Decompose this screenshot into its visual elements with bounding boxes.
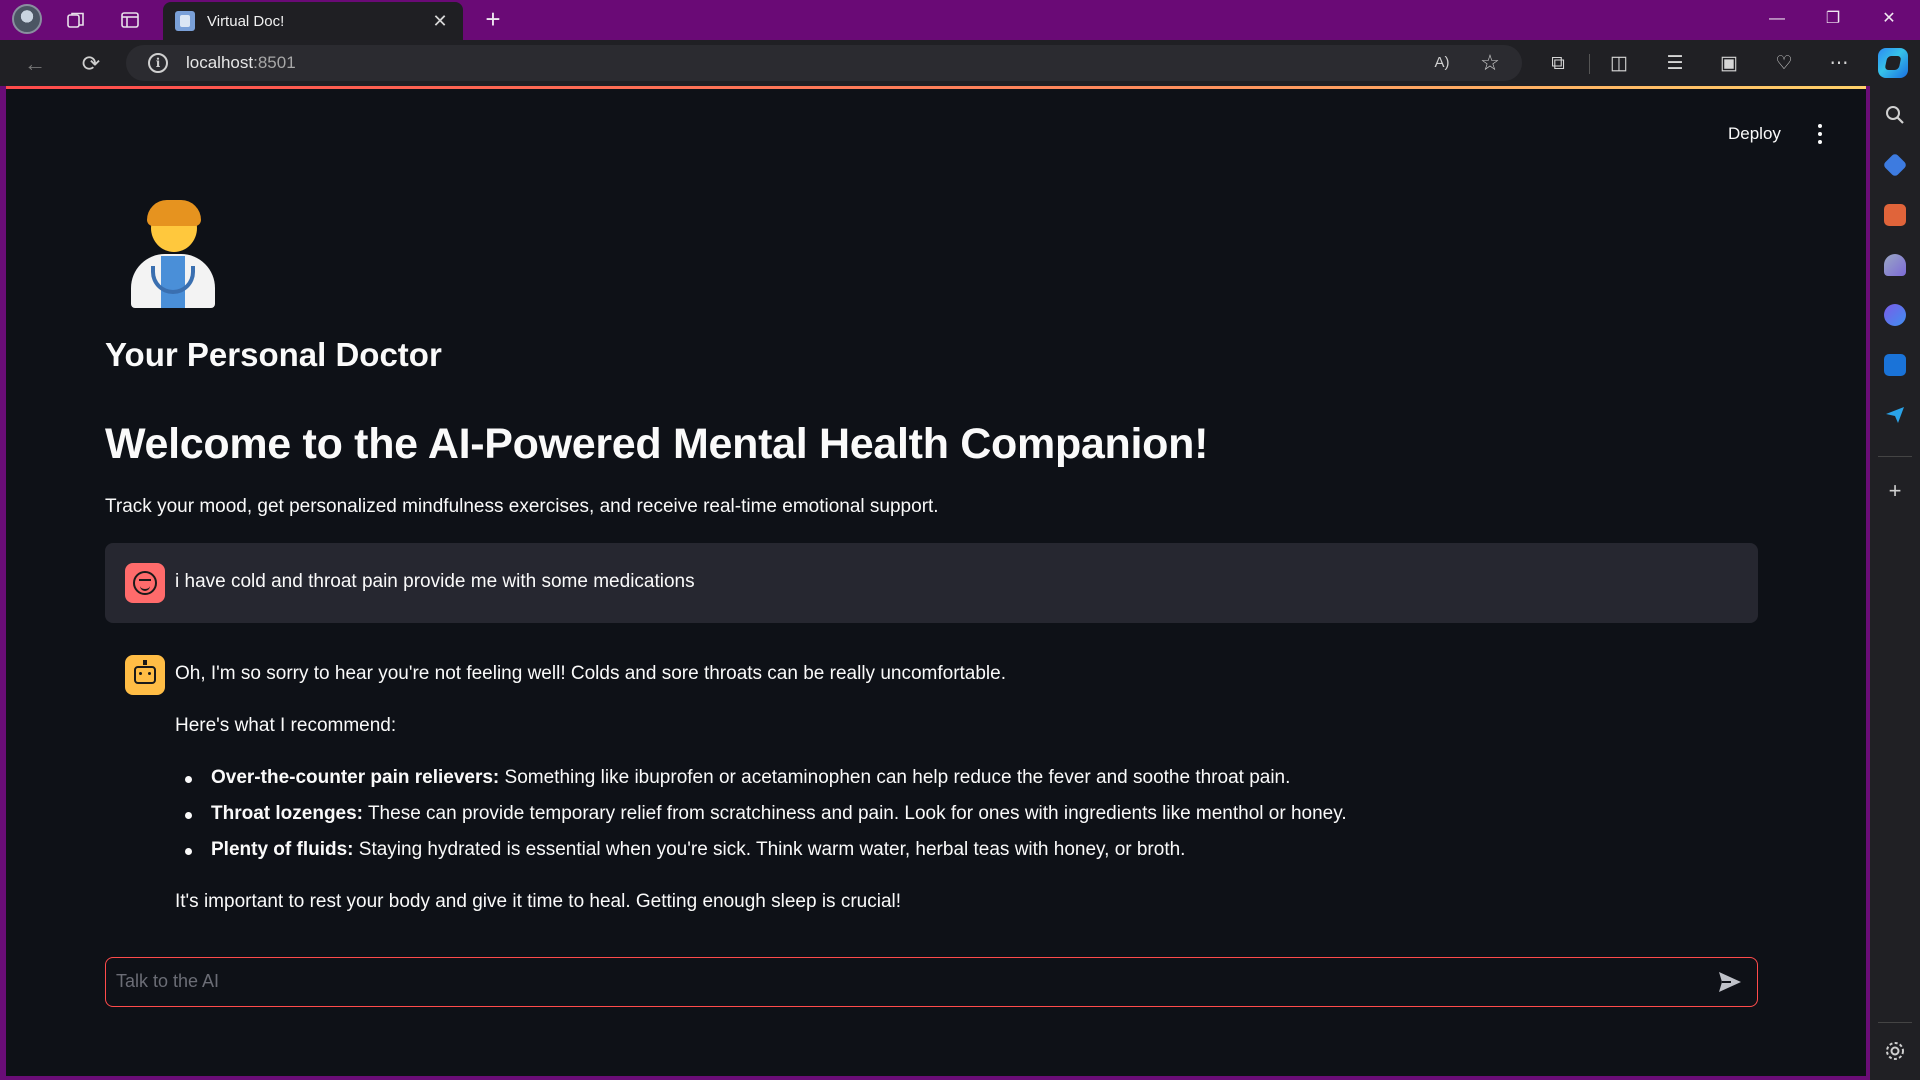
page-subtitle: Your Personal Doctor [105, 336, 442, 373]
assistant-opening: Oh, I'm so sorry to hear you're not feel… [175, 663, 1006, 684]
list-bullet [185, 776, 192, 783]
user-chat-message: i have cold and throat pain provide me w… [105, 543, 1758, 623]
chat-input[interactable] [116, 958, 1696, 1005]
assistant-closing: It's important to rest your body and giv… [175, 891, 902, 912]
copilot-icon[interactable] [1878, 48, 1908, 78]
assistant-lead-in: Here's what I recommend: [175, 715, 397, 736]
item-title: Throat lozenges: [211, 803, 364, 824]
toolbar-divider [1589, 54, 1590, 74]
workspaces-icon[interactable] [62, 6, 90, 34]
collections-icon[interactable]: ▣ [1714, 49, 1744, 79]
shopping-tag-icon[interactable] [1882, 152, 1908, 178]
browser-title-bar: Virtual Doc! ✕ + — ❐ ✕ [0, 0, 1920, 40]
url-text[interactable]: localhost:8501 [186, 53, 296, 73]
back-button[interactable]: ← [20, 49, 50, 79]
tools-icon[interactable] [1884, 204, 1906, 226]
more-options-icon[interactable]: ⋯ [1824, 49, 1854, 79]
browser-essentials-icon[interactable]: ♡ [1769, 49, 1799, 79]
page-title: Welcome to the AI-Powered Mental Health … [105, 420, 1209, 468]
close-window-button[interactable]: ✕ [1866, 4, 1912, 34]
deploy-button[interactable]: Deploy [1718, 116, 1791, 152]
restore-button[interactable]: ❐ [1810, 4, 1856, 34]
intro-text: Track your mood, get personalized mindfu… [105, 496, 939, 517]
site-info-icon[interactable]: i [148, 53, 168, 73]
url-host: localhost [186, 53, 254, 72]
browser-toolbar: ← ⟳ i localhost:8501 A) ☆ ⧉ ◫ ☰ ▣ ♡ ⋯ [0, 40, 1920, 86]
favorite-star-icon[interactable]: ☆ [1476, 49, 1504, 77]
recommendation-item: Throat lozenges: These can provide tempo… [211, 803, 1347, 825]
active-tab[interactable]: Virtual Doc! ✕ [163, 2, 463, 40]
games-icon[interactable] [1884, 254, 1906, 276]
tab-actions-icon[interactable] [116, 6, 144, 34]
outlook-icon[interactable] [1884, 354, 1906, 376]
send-to-phone-icon[interactable] [1884, 404, 1906, 426]
copilot-apps-icon[interactable] [1884, 304, 1906, 326]
tab-close-button[interactable]: ✕ [429, 11, 451, 32]
refresh-button[interactable]: ⟳ [76, 49, 106, 79]
chat-input-box[interactable] [105, 957, 1758, 1007]
sidebar-divider [1878, 456, 1912, 457]
url-port: :8501 [253, 53, 296, 72]
read-aloud-icon[interactable]: A) [1428, 49, 1456, 77]
main-menu-icon[interactable] [1810, 120, 1830, 148]
item-title: Over-the-counter pain relievers: [211, 767, 500, 788]
list-bullet [185, 848, 192, 855]
add-sidebar-app-icon[interactable]: + [1882, 478, 1908, 504]
new-tab-button[interactable]: + [478, 4, 508, 34]
recommendation-item: Over-the-counter pain relievers: Somethi… [211, 767, 1290, 789]
user-message-text: i have cold and throat pain provide me w… [175, 571, 695, 592]
assistant-bot-icon [125, 655, 165, 695]
user-avatar-icon [125, 563, 165, 603]
doctor-emoji-icon [131, 200, 215, 308]
item-title: Plenty of fluids: [211, 839, 354, 860]
list-bullet [185, 812, 192, 819]
address-bar[interactable]: i localhost:8501 A) ☆ [126, 45, 1522, 81]
settings-gear-icon[interactable] [1884, 1040, 1906, 1062]
hospital-favicon-icon [175, 11, 195, 31]
extensions-icon[interactable]: ⧉ [1543, 49, 1573, 79]
recommendation-item: Plenty of fluids: Staying hydrated is es… [211, 839, 1185, 861]
edge-sidebar: + [1870, 86, 1920, 1080]
profile-avatar[interactable] [12, 4, 42, 34]
item-text: Staying hydrated is essential when you'r… [353, 839, 1186, 860]
sidebar-divider [1878, 1022, 1912, 1023]
favorites-icon[interactable]: ☰ [1660, 49, 1690, 79]
tab-title: Virtual Doc! [207, 12, 285, 30]
app-header-decoration [6, 86, 1866, 89]
minimize-button[interactable]: — [1754, 4, 1800, 34]
send-icon[interactable] [1718, 971, 1742, 993]
search-icon[interactable] [1884, 104, 1906, 126]
item-text: These can provide temporary relief from … [363, 803, 1347, 824]
page-viewport: Deploy Your Personal Doctor Welcome to t… [6, 86, 1866, 1076]
split-screen-icon[interactable]: ◫ [1604, 49, 1634, 79]
item-text: Something like ibuprofen or acetaminophe… [499, 767, 1291, 788]
